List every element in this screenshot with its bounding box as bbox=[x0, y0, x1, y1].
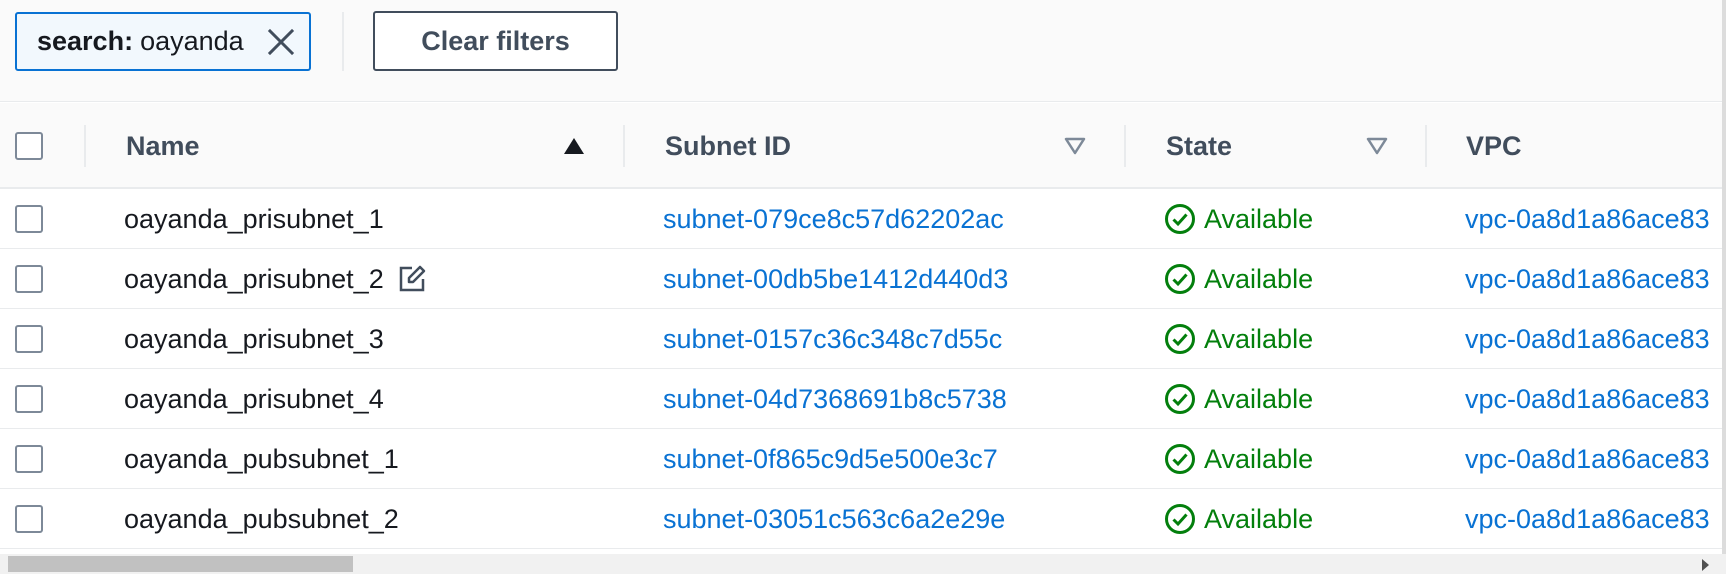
close-icon[interactable] bbox=[267, 28, 295, 56]
sort-ascending-icon[interactable] bbox=[563, 136, 585, 156]
column-header-state[interactable]: State bbox=[1166, 103, 1232, 189]
state-cell: Available bbox=[1164, 189, 1313, 249]
subnet-name: oayanda_pubsubnet_1 bbox=[124, 429, 399, 489]
column-resizer[interactable] bbox=[623, 125, 625, 167]
status-check-icon bbox=[1165, 384, 1195, 414]
status-check-icon bbox=[1165, 444, 1195, 474]
search-filter-token[interactable]: search: oayanda bbox=[15, 12, 311, 71]
state-cell: Available bbox=[1164, 429, 1313, 489]
subnet-name: oayanda_prisubnet_2 bbox=[124, 249, 426, 309]
status-check-icon bbox=[1165, 264, 1195, 294]
state-text: Available bbox=[1204, 203, 1314, 234]
subnet-name-text: oayanda_prisubnet_4 bbox=[124, 383, 384, 414]
status-check-icon bbox=[1165, 504, 1195, 534]
subnet-name-text: oayanda_pubsubnet_2 bbox=[124, 503, 399, 534]
subnet-name: oayanda_prisubnet_4 bbox=[124, 369, 384, 429]
vpc-link[interactable]: vpc-0a8d1a86ace83 bbox=[1465, 204, 1710, 235]
row-checkbox[interactable] bbox=[15, 385, 43, 413]
table-row[interactable]: oayanda_prisubnet_1 subnet-079ce8c57d622… bbox=[0, 189, 1726, 249]
row-checkbox[interactable] bbox=[15, 265, 43, 293]
table-row[interactable]: oayanda_pubsubnet_1 subnet-0f865c9d5e500… bbox=[0, 429, 1726, 489]
state-text: Available bbox=[1204, 263, 1314, 294]
filter-bar: search: oayanda Clear filters bbox=[0, 0, 1726, 102]
vertical-scrollbar-edge bbox=[1722, 0, 1726, 554]
vpc-link[interactable]: vpc-0a8d1a86ace83 bbox=[1465, 504, 1710, 535]
row-checkbox[interactable] bbox=[15, 325, 43, 353]
table-row[interactable]: oayanda_prisubnet_4 subnet-04d7368691b8c… bbox=[0, 369, 1726, 429]
subnet-name-text: oayanda_prisubnet_3 bbox=[124, 323, 384, 354]
table-row[interactable]: oayanda_prisubnet_2 subnet-00db5be1412d4… bbox=[0, 249, 1726, 309]
subnet-id-link[interactable]: subnet-03051c563c6a2e29e bbox=[663, 504, 1005, 535]
column-resizer[interactable] bbox=[1124, 125, 1126, 167]
subnet-id-link[interactable]: subnet-079ce8c57d62202ac bbox=[663, 204, 1004, 235]
scroll-right-arrow-icon[interactable] bbox=[1702, 559, 1709, 571]
vpc-link[interactable]: vpc-0a8d1a86ace83 bbox=[1465, 324, 1710, 355]
subnet-name-text: oayanda_pubsubnet_1 bbox=[124, 443, 399, 474]
filter-token-value: oayanda bbox=[140, 26, 244, 56]
scrollbar-thumb[interactable] bbox=[8, 556, 353, 572]
subnet-id-link[interactable]: subnet-0f865c9d5e500e3c7 bbox=[663, 444, 998, 475]
row-checkbox[interactable] bbox=[15, 505, 43, 533]
state-cell: Available bbox=[1164, 369, 1313, 429]
filter-token-key: search: bbox=[37, 26, 134, 56]
filter-divider bbox=[342, 12, 344, 71]
subnet-name: oayanda_pubsubnet_2 bbox=[124, 489, 399, 549]
vpc-link[interactable]: vpc-0a8d1a86ace83 bbox=[1465, 264, 1710, 295]
clear-filters-button[interactable]: Clear filters bbox=[373, 11, 618, 71]
row-checkbox[interactable] bbox=[15, 205, 43, 233]
status-check-icon bbox=[1165, 204, 1195, 234]
table-row[interactable]: oayanda_prisubnet_3 subnet-0157c36c348c7… bbox=[0, 309, 1726, 369]
row-checkbox[interactable] bbox=[15, 445, 43, 473]
subnet-name: oayanda_prisubnet_3 bbox=[124, 309, 384, 369]
select-all-checkbox[interactable] bbox=[15, 132, 43, 160]
horizontal-scrollbar[interactable] bbox=[0, 554, 1726, 574]
edit-icon[interactable] bbox=[398, 265, 426, 293]
subnet-id-link[interactable]: subnet-0157c36c348c7d55c bbox=[663, 324, 1002, 355]
column-header-vpc[interactable]: VPC bbox=[1466, 103, 1522, 189]
sort-icon[interactable] bbox=[1366, 136, 1388, 156]
column-header-name[interactable]: Name bbox=[126, 103, 200, 189]
subnet-name-text: oayanda_prisubnet_2 bbox=[124, 263, 384, 294]
state-text: Available bbox=[1204, 323, 1314, 354]
state-cell: Available bbox=[1164, 489, 1313, 549]
state-text: Available bbox=[1204, 443, 1314, 474]
subnet-id-link[interactable]: subnet-00db5be1412d440d3 bbox=[663, 264, 1008, 295]
state-cell: Available bbox=[1164, 249, 1313, 309]
state-text: Available bbox=[1204, 503, 1314, 534]
column-resizer[interactable] bbox=[1425, 125, 1427, 167]
vpc-link[interactable]: vpc-0a8d1a86ace83 bbox=[1465, 444, 1710, 475]
sort-icon[interactable] bbox=[1064, 136, 1086, 156]
state-cell: Available bbox=[1164, 309, 1313, 369]
column-header-subnet-id[interactable]: Subnet ID bbox=[665, 103, 791, 189]
column-divider bbox=[84, 125, 86, 167]
subnet-name: oayanda_prisubnet_1 bbox=[124, 189, 384, 249]
vpc-link[interactable]: vpc-0a8d1a86ace83 bbox=[1465, 384, 1710, 415]
subnet-id-link[interactable]: subnet-04d7368691b8c5738 bbox=[663, 384, 1007, 415]
state-text: Available bbox=[1204, 383, 1314, 414]
status-check-icon bbox=[1165, 324, 1195, 354]
table-row[interactable]: oayanda_pubsubnet_2 subnet-03051c563c6a2… bbox=[0, 489, 1726, 549]
subnets-table-view: search: oayanda Clear filters Name Subne… bbox=[0, 0, 1726, 574]
subnet-name-text: oayanda_prisubnet_1 bbox=[124, 203, 384, 234]
table-header: Name Subnet ID State VPC bbox=[0, 103, 1726, 189]
